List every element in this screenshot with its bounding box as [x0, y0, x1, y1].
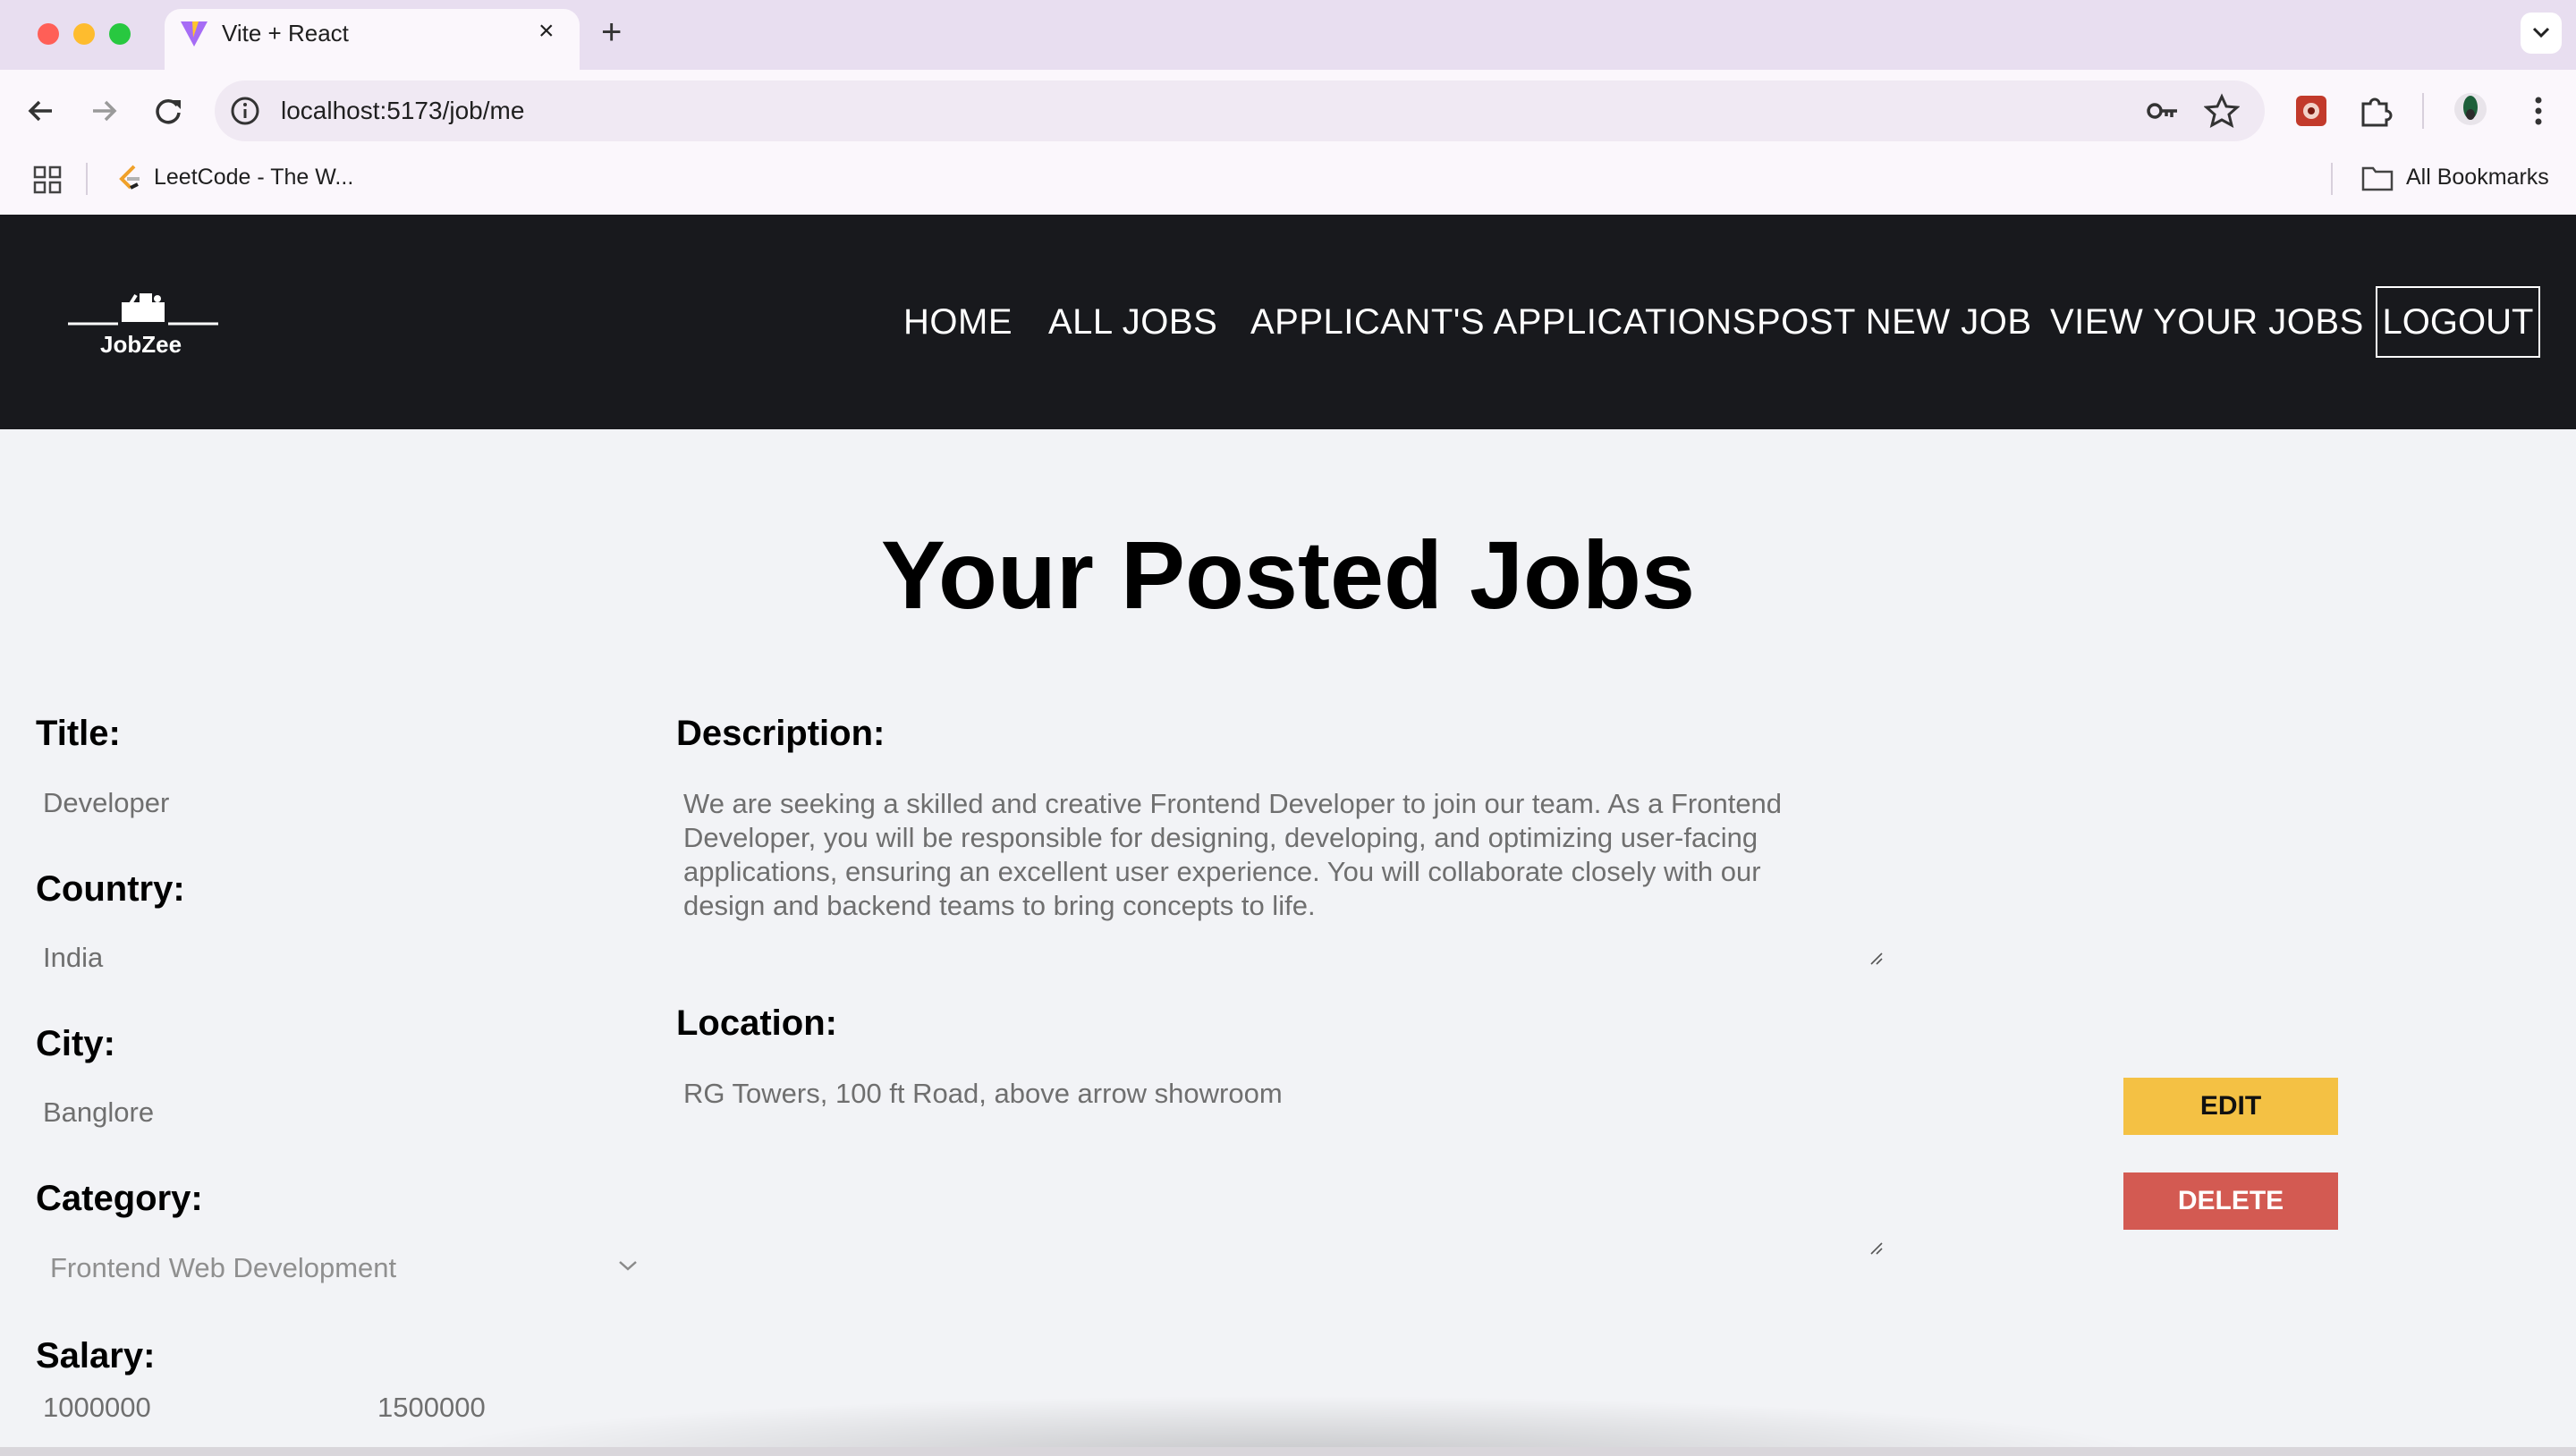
tab-title: Vite + React	[222, 20, 349, 47]
resize-handle-icon[interactable]	[1869, 1241, 1884, 1256]
resize-handle-icon[interactable]	[1869, 952, 1884, 966]
reload-icon[interactable]	[150, 93, 186, 129]
location-textarea[interactable]: RG Towers, 100 ft Road, above arrow show…	[683, 1078, 1283, 1110]
leetcode-icon	[119, 165, 140, 190]
screen-bottom-edge	[0, 1447, 2576, 1456]
salary-label: Salary:	[36, 1336, 156, 1376]
site-info-icon[interactable]	[229, 95, 261, 127]
country-field[interactable]: India	[43, 942, 103, 974]
page-title: Your Posted Jobs	[880, 521, 1696, 629]
bookmark-star-icon[interactable]	[2204, 93, 2240, 129]
title-label: Title:	[36, 714, 121, 753]
folder-icon	[2361, 166, 2394, 191]
category-label: Category:	[36, 1179, 203, 1218]
back-arrow-icon[interactable]	[23, 93, 59, 129]
delete-button[interactable]: DELETE	[2123, 1172, 2338, 1230]
window-minimize-button[interactable]	[73, 23, 95, 45]
chevron-down-icon	[2532, 27, 2550, 38]
extension-app-icon[interactable]	[2293, 93, 2329, 129]
city-label: City:	[36, 1024, 115, 1063]
country-label: Country:	[36, 869, 185, 909]
url-text[interactable]: localhost:5173/job/me	[281, 97, 524, 125]
profile-avatar-icon[interactable]	[2453, 91, 2488, 127]
new-tab-icon[interactable]: +	[601, 14, 622, 50]
bookmark-leetcode[interactable]: LeetCode - The W...	[154, 165, 353, 190]
description-label: Description:	[676, 714, 886, 753]
nav-applicants-applications[interactable]: APPLICANT'S APPLICATIONS	[1250, 302, 1757, 343]
window-close-button[interactable]	[38, 23, 59, 45]
category-select[interactable]: Frontend Web Development	[50, 1252, 396, 1284]
forward-arrow-icon[interactable]	[86, 93, 122, 129]
title-field[interactable]: Developer	[43, 787, 169, 819]
apps-grid-icon[interactable]	[32, 165, 63, 195]
tab-close-icon[interactable]: ×	[538, 16, 555, 47]
logout-button[interactable]: LOGOUT	[2376, 286, 2540, 358]
nav-all-jobs[interactable]: ALL JOBS	[1048, 302, 1217, 343]
description-textarea[interactable]: We are seeking a skilled and creative Fr…	[683, 787, 1846, 923]
nav-view-your-jobs[interactable]: VIEW YOUR JOBS	[2050, 302, 2364, 343]
toolbar-divider	[2422, 93, 2424, 129]
bookmarks-bar	[0, 152, 2576, 215]
extensions-puzzle-icon[interactable]	[2358, 93, 2394, 129]
all-bookmarks-button[interactable]: All Bookmarks	[2406, 165, 2549, 190]
bookmarks-divider-right	[2331, 163, 2333, 195]
chevron-down-icon[interactable]	[617, 1259, 639, 1272]
salary-from-field[interactable]: 1000000	[43, 1392, 151, 1424]
password-key-icon[interactable]	[2145, 93, 2181, 129]
logo-text: JobZee	[100, 331, 182, 358]
bookmarks-divider	[86, 163, 88, 195]
nav-post-new-job[interactable]: POST NEW JOB	[1757, 302, 2032, 343]
location-label: Location:	[676, 1003, 837, 1043]
vite-favicon-icon	[181, 21, 208, 47]
nav-home[interactable]: HOME	[903, 302, 1013, 343]
kebab-menu-icon[interactable]	[2521, 93, 2556, 129]
edit-button[interactable]: EDIT	[2123, 1078, 2338, 1135]
city-field[interactable]: Banglore	[43, 1096, 154, 1129]
tab-search-button[interactable]	[2521, 13, 2562, 54]
window-maximize-button[interactable]	[109, 23, 131, 45]
